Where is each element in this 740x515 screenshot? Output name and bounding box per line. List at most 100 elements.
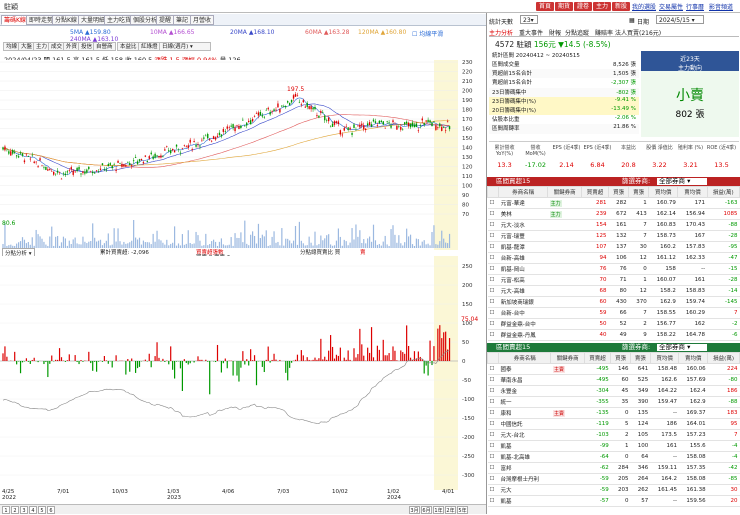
- tab-chip-k[interactable]: 籌碼K線: [1, 15, 29, 25]
- table-cell[interactable]: 富邦: [499, 463, 551, 474]
- video-link[interactable]: 影音頻道: [709, 2, 733, 11]
- table-row[interactable]: ☐康和主賣-1350135--169.37183: [488, 408, 740, 419]
- row-checkbox[interactable]: ☐: [488, 408, 499, 419]
- range-2y[interactable]: 2年: [445, 506, 456, 514]
- range-1y[interactable]: 1年: [433, 506, 444, 514]
- range-5y[interactable]: 5年: [457, 506, 468, 514]
- home-button[interactable]: 首頁: [536, 2, 554, 11]
- days-select[interactable]: 23▾: [520, 15, 538, 24]
- row-checkbox[interactable]: ☐: [488, 397, 499, 408]
- row-checkbox[interactable]: ☐: [488, 198, 499, 209]
- row-checkbox[interactable]: ☐: [488, 441, 499, 452]
- table-row[interactable]: ☐群益金鼎-丹鳳40499158.22164.78-6: [488, 330, 740, 341]
- table-cell[interactable]: 台新-高雄: [499, 253, 548, 264]
- table-row[interactable]: ☐台灣摩根士丹利-59205264164.2158.08-85: [488, 474, 740, 485]
- table-cell[interactable]: 凱基-龍潭: [499, 242, 548, 253]
- row-checkbox[interactable]: ☐: [488, 386, 499, 397]
- tab-notes[interactable]: 筆記: [173, 15, 191, 25]
- table-cell[interactable]: 元大-高雄: [499, 286, 548, 297]
- rtab-pnl[interactable]: 賺賠率: [595, 28, 613, 37]
- table-cell[interactable]: 凱基-岡山: [499, 264, 548, 275]
- table-row[interactable]: ☐台新-台中59667158.55160.297: [488, 308, 740, 319]
- table-cell[interactable]: 統一: [499, 397, 551, 408]
- table-row[interactable]: ☐國泰主賣-495146641158.48160.06224: [488, 364, 740, 375]
- page-6[interactable]: 6: [47, 506, 55, 514]
- rtab-institution[interactable]: 法人買賣(216元): [615, 28, 661, 37]
- securities-button[interactable]: 證卷: [574, 2, 592, 11]
- rtab-events[interactable]: 重大事件: [519, 28, 543, 37]
- page-1[interactable]: 1: [2, 506, 10, 514]
- table-row[interactable]: ☐元富-松高70711160.07161-28: [488, 275, 740, 286]
- row-checkbox[interactable]: ☐: [488, 308, 499, 319]
- row-checkbox[interactable]: ☐: [488, 231, 499, 242]
- sell-filter-select[interactable]: 全部券商 ▾: [657, 344, 707, 351]
- table-row[interactable]: ☐中國信託-1195124186164.0195: [488, 419, 740, 430]
- row-checkbox[interactable]: ☐: [488, 485, 499, 496]
- row-checkbox[interactable]: ☐: [488, 242, 499, 253]
- table-cell[interactable]: 新加坡商瑞銀: [499, 297, 548, 308]
- table-row[interactable]: ☐凱基-岡山76760158---15: [488, 264, 740, 275]
- row-checkbox[interactable]: ☐: [488, 286, 499, 297]
- period-select[interactable]: 日線(週月) ▾: [159, 42, 211, 51]
- table-row[interactable]: ☐凱基-龍潭10713730160.2157.83-95: [488, 242, 740, 253]
- row-checkbox[interactable]: ☐: [488, 419, 499, 430]
- table-row[interactable]: ☐元大-台北-1032105173.5157.237: [488, 430, 740, 441]
- trade-attr-link[interactable]: 交易屬性: [659, 2, 683, 11]
- row-checkbox[interactable]: ☐: [488, 364, 499, 375]
- calendar-icon[interactable]: ▦: [629, 17, 635, 24]
- table-cell[interactable]: 台新-台中: [499, 308, 548, 319]
- subtab-light[interactable]: 紅綠燈: [138, 42, 161, 51]
- main-force-button[interactable]: 主力: [593, 2, 611, 11]
- table-row[interactable]: ☐富邦-62284346159.11157.35-42: [488, 463, 740, 474]
- tab-branch-k[interactable]: 分點K線: [52, 15, 80, 25]
- row-checkbox[interactable]: ☐: [488, 330, 499, 341]
- table-cell[interactable]: 元富-華達: [499, 198, 548, 209]
- range-6m[interactable]: 6月: [421, 506, 432, 514]
- table-cell[interactable]: 凱基: [499, 441, 551, 452]
- table-cell[interactable]: 永豐金: [499, 386, 551, 397]
- table-row[interactable]: ☐元富-瑞豐1251327158.73167-28: [488, 231, 740, 242]
- table-cell[interactable]: 凱基-北高雄: [499, 452, 551, 463]
- new-stock-button[interactable]: 新股: [612, 2, 630, 11]
- row-checkbox[interactable]: ☐: [488, 319, 499, 330]
- table-cell[interactable]: 美林: [499, 209, 548, 220]
- price-chart[interactable]: 2302202102001901801701601501401301201101…: [0, 60, 486, 250]
- table-row[interactable]: ☐元大-高雄688012158.2158.83-14: [488, 286, 740, 297]
- table-row[interactable]: ☐永豐金-30445349164.22162.4186: [488, 386, 740, 397]
- row-checkbox[interactable]: ☐: [488, 275, 499, 286]
- table-row[interactable]: ☐台新-高雄9410612161.12162.33-47: [488, 253, 740, 264]
- table-row[interactable]: ☐元大-淡水1541617160.83170.43-88: [488, 220, 740, 231]
- tab-alert[interactable]: 提醒: [156, 15, 174, 25]
- table-cell[interactable]: 凱基: [499, 496, 551, 507]
- table-row[interactable]: ☐凱基-991100161155.6-4: [488, 441, 740, 452]
- table-row[interactable]: ☐華南永昌-49560525162.6157.69-80: [488, 375, 740, 386]
- row-checkbox[interactable]: ☐: [488, 452, 499, 463]
- table-row[interactable]: ☐凱基-57057--159.5620: [488, 496, 740, 507]
- date-input[interactable]: 2024/5/15 ▾: [656, 15, 704, 24]
- subtab-pe[interactable]: 本益比: [117, 42, 140, 51]
- table-cell[interactable]: 台灣摩根士丹利: [499, 474, 551, 485]
- table-row[interactable]: ☐統一-35535390159.47162.9-88: [488, 397, 740, 408]
- page-5[interactable]: 5: [38, 506, 46, 514]
- my-picks-link[interactable]: 我的選股: [632, 2, 656, 11]
- table-cell[interactable]: 元富-瑞豐: [499, 231, 548, 242]
- table-row[interactable]: ☐元富-華達主力2812821160.79171-163: [488, 198, 740, 209]
- row-checkbox[interactable]: ☐: [488, 220, 499, 231]
- table-row[interactable]: ☐凱基-北高雄-64064--158.08-4: [488, 452, 740, 463]
- row-checkbox[interactable]: ☐: [488, 430, 499, 441]
- table-cell[interactable]: 康和: [499, 408, 551, 419]
- table-cell[interactable]: 群益金鼎-丹鳳: [499, 330, 548, 341]
- row-checkbox[interactable]: ☐: [488, 264, 499, 275]
- ma-smooth-checkbox[interactable]: ☐ 均線平滑: [412, 29, 443, 38]
- futures-button[interactable]: 期貨: [555, 2, 573, 11]
- row-checkbox[interactable]: ☐: [488, 253, 499, 264]
- table-row[interactable]: ☐元大-59203262161.45161.3830: [488, 485, 740, 496]
- table-cell[interactable]: 元大: [499, 485, 551, 496]
- net-buy-chart[interactable]: 250200150100500-50-100-150-200-250-300 7…: [0, 256, 486, 490]
- table-cell[interactable]: 國泰: [499, 364, 551, 375]
- table-cell[interactable]: 群益金鼎-台中: [499, 319, 548, 330]
- row-checkbox[interactable]: ☐: [488, 463, 499, 474]
- table-cell[interactable]: 元大-淡水: [499, 220, 548, 231]
- range-3m[interactable]: 3月: [409, 506, 420, 514]
- row-checkbox[interactable]: ☐: [488, 496, 499, 507]
